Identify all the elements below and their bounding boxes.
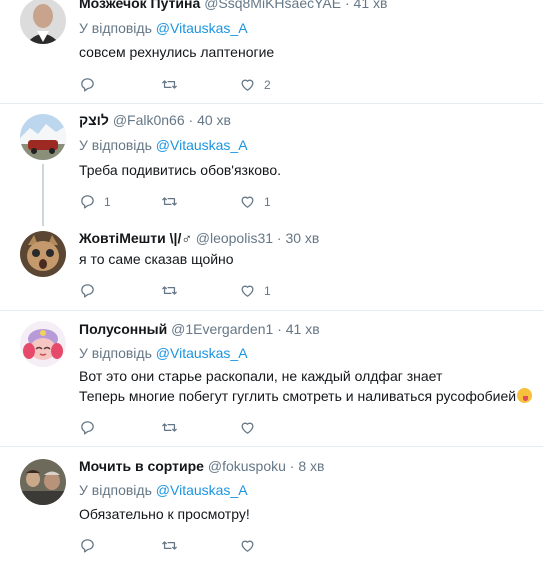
reply-prefix: У відповідь xyxy=(79,20,152,36)
display-name[interactable]: Полусонный xyxy=(79,321,167,337)
timestamp[interactable]: 40 хв xyxy=(197,112,231,128)
like-button[interactable] xyxy=(239,419,264,436)
reply-button[interactable] xyxy=(79,537,104,554)
reply-button[interactable] xyxy=(79,76,104,93)
tweet[interactable]: לוצק @Falk0n66 · 40 хв У відповідь @Vita… xyxy=(0,104,543,219)
retweet-icon xyxy=(162,197,177,206)
separator-dot: · xyxy=(277,321,282,337)
reply-icon xyxy=(81,284,94,298)
avatar[interactable] xyxy=(20,0,66,44)
tongue-wink-emoji-icon xyxy=(517,388,533,403)
retweet-button[interactable] xyxy=(161,419,186,436)
separator-dot: · xyxy=(344,0,350,11)
tweet[interactable]: Мозжечок Путина @Ssq8MiKHsaecYAE · 41 хв… xyxy=(0,0,543,103)
tweet-header: Мозжечок Путина @Ssq8MiKHsaecYAE · 41 хв xyxy=(79,0,387,11)
heart-icon xyxy=(241,540,254,552)
heart-icon xyxy=(241,285,254,297)
tweet-header: Полусонный @1Evergarden1 · 41 хв xyxy=(79,321,320,337)
tweet-text: Обязательно к просмотру! xyxy=(79,506,250,522)
reply-context: У відповідь @Vitauskas_A xyxy=(79,345,248,361)
display-name[interactable]: Мозжечок Путина xyxy=(79,0,200,11)
reply-prefix: У відповідь xyxy=(79,482,152,498)
like-count: 2 xyxy=(264,77,271,92)
reply-icon xyxy=(81,78,94,92)
retweet-icon xyxy=(162,541,177,550)
tweet[interactable]: Полусонный @1Evergarden1 · 41 хв У відпо… xyxy=(0,311,543,446)
display-name[interactable]: ЖовтіМешти \|/♂ xyxy=(79,230,192,246)
separator-dot: · xyxy=(289,458,295,474)
tweet-header: Мочить в сортире @fokuspoku · 8 хв xyxy=(79,458,324,474)
reply-prefix: У відповідь xyxy=(79,345,152,361)
user-handle[interactable]: @Ssq8MiKHsaecYAE xyxy=(204,0,341,11)
retweet-button[interactable] xyxy=(161,76,186,93)
display-name[interactable]: לוצק xyxy=(79,112,109,128)
avatar[interactable] xyxy=(20,459,66,505)
tweet-actions: 1 1 xyxy=(79,193,379,213)
tweet-actions xyxy=(79,419,379,439)
tweet-header: ЖовтіМешти \|/♂ @leopolis31 · 30 хв xyxy=(79,230,319,246)
timestamp[interactable]: 41 хв xyxy=(286,321,320,337)
like-button[interactable] xyxy=(239,537,264,554)
retweet-button[interactable] xyxy=(161,537,186,554)
heart-icon xyxy=(241,422,254,434)
reply-context: У відповідь @Vitauskas_A xyxy=(79,482,248,498)
reply-to-link[interactable]: @Vitauskas_A xyxy=(156,482,248,498)
reply-prefix: У відповідь xyxy=(79,137,152,153)
avatar[interactable] xyxy=(20,231,66,277)
separator-dot: · xyxy=(276,230,282,246)
tweet-text-line-1: Вот это они старье раскопали, не каждый … xyxy=(79,368,443,384)
like-button[interactable]: 2 xyxy=(239,76,271,93)
retweet-button[interactable] xyxy=(161,282,186,299)
timestamp[interactable]: 41 хв xyxy=(354,0,388,11)
retweet-icon xyxy=(162,80,177,89)
reply-icon xyxy=(81,195,94,209)
retweet-icon xyxy=(162,423,177,432)
tweet[interactable]: ЖовтіМешти \|/♂ @leopolis31 · 30 хв я то… xyxy=(0,219,543,310)
heart-icon xyxy=(241,79,254,91)
tweet-actions: 1 xyxy=(79,282,379,302)
reply-button[interactable] xyxy=(79,282,104,299)
reply-count: 1 xyxy=(104,194,111,209)
heart-icon xyxy=(241,196,254,208)
reply-to-link[interactable]: @Vitauskas_A xyxy=(156,345,248,361)
like-button[interactable]: 1 xyxy=(239,282,271,299)
tweet-text: Теперь многие побегут гуглить смотреть и… xyxy=(79,388,517,404)
like-count: 1 xyxy=(264,194,271,209)
reply-button[interactable] xyxy=(79,419,104,436)
display-name[interactable]: Мочить в сортире xyxy=(79,458,204,474)
tweet-text: Треба подивитись обов'язково. xyxy=(79,162,282,178)
tweet-text: я то саме сказав щойно xyxy=(79,251,234,267)
retweet-icon xyxy=(162,286,177,295)
timestamp[interactable]: 8 хв xyxy=(298,458,324,474)
tweet-text-line-2: Теперь многие побегут гуглить смотреть и… xyxy=(79,386,533,406)
tweet[interactable]: Мочить в сортире @fokuspoku · 8 хв У від… xyxy=(0,447,543,566)
avatar[interactable] xyxy=(20,114,66,160)
tweet-actions: 2 xyxy=(79,76,379,96)
reply-context: У відповідь @Vitauskas_A xyxy=(79,20,248,36)
user-handle[interactable]: @leopolis31 xyxy=(196,230,273,246)
tweet-text: совсем рехнулись лаптеногие xyxy=(79,44,275,60)
reply-icon xyxy=(81,421,94,435)
tweet-header: לוצק @Falk0n66 · 40 хв xyxy=(79,112,231,128)
timestamp[interactable]: 30 хв xyxy=(285,230,319,246)
reply-context: У відповідь @Vitauskas_A xyxy=(79,137,248,153)
user-handle[interactable]: @1Evergarden1 xyxy=(171,321,273,337)
like-count: 1 xyxy=(264,283,271,298)
reply-to-link[interactable]: @Vitauskas_A xyxy=(156,20,248,36)
tweet-actions xyxy=(79,537,379,557)
like-button[interactable]: 1 xyxy=(239,193,271,210)
reply-to-link[interactable]: @Vitauskas_A xyxy=(156,137,248,153)
user-handle[interactable]: @fokuspoku xyxy=(208,458,286,474)
separator-dot: · xyxy=(188,112,194,128)
reply-button[interactable]: 1 xyxy=(79,193,111,210)
reply-icon xyxy=(81,539,94,553)
avatar[interactable] xyxy=(20,321,66,367)
retweet-button[interactable] xyxy=(161,193,186,210)
user-handle[interactable]: @Falk0n66 xyxy=(113,112,185,128)
